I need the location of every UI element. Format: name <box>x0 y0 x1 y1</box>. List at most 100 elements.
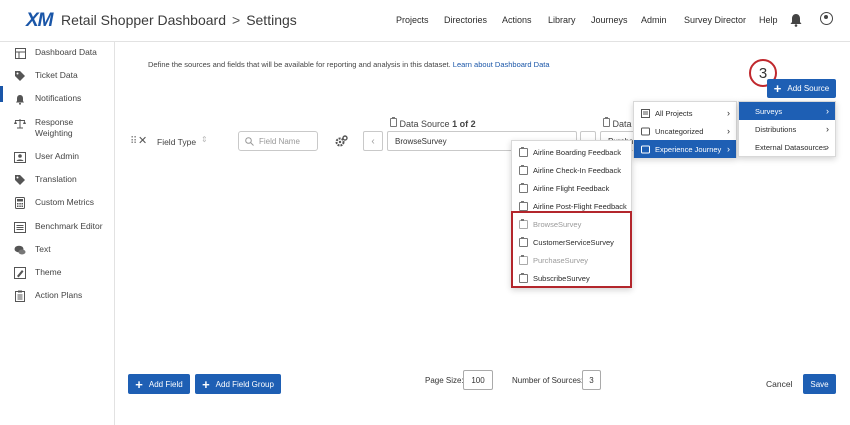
menu-item-external-datasources[interactable]: External Datasources › <box>739 138 835 156</box>
menu-item-label: External Datasources <box>755 142 827 152</box>
plus-icon: + <box>773 81 782 96</box>
sidebar-item-label: Text <box>35 244 51 254</box>
chevron-right-icon: › <box>826 106 829 116</box>
nav-library[interactable]: Library <box>548 15 576 25</box>
tag-icon <box>14 70 26 82</box>
learn-more-link[interactable]: Learn about Dashboard Data <box>453 60 550 69</box>
sidebar-item-action-plans[interactable]: Action Plans <box>14 290 82 302</box>
gear-icon[interactable] <box>335 135 348 147</box>
menu-item-label: Experience Journey <box>655 144 722 154</box>
list-icon <box>641 108 650 118</box>
sidebar-item-label: Notifications <box>35 93 82 103</box>
nav-admin[interactable]: Admin <box>641 15 667 25</box>
sidebar-item-label: Custom Metrics <box>35 197 95 207</box>
description-text: Define the sources and fields that will … <box>148 60 451 69</box>
nav-survey-director[interactable]: Survey Director <box>684 15 746 25</box>
survey-clipboard-icon <box>603 117 610 127</box>
survey-icon <box>519 164 528 175</box>
cancel-button[interactable]: Cancel <box>766 379 792 389</box>
sidebar-item-user-admin[interactable]: User Admin <box>14 151 79 163</box>
nav-projects[interactable]: Projects <box>396 15 429 25</box>
field-name-input[interactable]: Field Name <box>238 131 318 151</box>
survey-item[interactable]: Airline Flight Feedback <box>512 179 631 197</box>
nav-journeys[interactable]: Journeys <box>591 15 628 25</box>
previous-source-button[interactable]: ‹ <box>363 131 383 151</box>
menu-item-uncategorized[interactable]: Uncategorized › <box>634 122 736 140</box>
survey-item-label: Airline Post-Flight Feedback <box>533 201 627 211</box>
active-indicator <box>0 86 3 102</box>
sidebar-item-label: Theme <box>35 267 62 277</box>
save-button[interactable]: Save <box>803 374 836 394</box>
user-account-icon[interactable] <box>820 12 833 25</box>
survey-item-label: Airline Check-In Feedback <box>533 165 621 175</box>
menu-item-distributions[interactable]: Distributions › <box>739 120 835 138</box>
folder-icon <box>641 145 650 153</box>
table-icon <box>14 47 26 59</box>
chevron-right-icon: › <box>727 126 730 136</box>
sidebar-item-label: Response Weighting <box>35 117 74 139</box>
add-field-group-button[interactable]: + Add Field Group <box>195 374 281 394</box>
field-type-label[interactable]: Field Type <box>157 137 196 147</box>
sidebar-item-ticket-data[interactable]: Ticket Data <box>14 70 78 82</box>
sidebar-item-theme[interactable]: Theme <box>14 267 61 279</box>
list-icon <box>14 221 26 233</box>
folder-menu: All Projects › Uncategorized › Experience … <box>633 101 737 158</box>
drag-handle-icon[interactable]: ⠿ <box>130 136 137 147</box>
survey-item[interactable]: Airline Boarding Feedback <box>512 143 631 161</box>
menu-item-label: All Projects <box>655 108 693 118</box>
sidebar-item-text[interactable]: Text <box>14 244 51 256</box>
menu-item-label: Distributions <box>755 124 797 134</box>
folder-icon <box>641 127 650 135</box>
survey-item[interactable]: Airline Check-In Feedback <box>512 161 631 179</box>
sort-icon[interactable]: ⇕ <box>201 135 208 144</box>
data-source-prefix: Data Source <box>399 119 450 129</box>
sidebar-item-dashboard-data[interactable]: Dashboard Data <box>14 47 97 59</box>
breadcrumb-current: Settings <box>246 12 297 28</box>
sidebar-item-response-weighting[interactable]: Response Weighting <box>14 117 104 140</box>
survey-item-label: Airline Flight Feedback <box>533 183 610 193</box>
breadcrumb-project[interactable]: Retail Shopper Dashboard <box>61 12 226 28</box>
add-field-label: Add Field <box>148 379 183 389</box>
bell-icon <box>14 93 26 105</box>
number-of-sources-input[interactable]: 3 <box>582 370 601 390</box>
tag-icon <box>14 174 26 186</box>
sidebar-item-translation[interactable]: Translation <box>14 174 77 186</box>
add-field-button[interactable]: + Add Field <box>128 374 190 394</box>
sidebar-item-label: Benchmark Editor <box>35 221 103 231</box>
calculator-icon <box>14 197 26 209</box>
chevron-right-icon: › <box>727 108 730 118</box>
survey-icon <box>519 146 528 157</box>
nav-directories[interactable]: Directories <box>444 15 487 25</box>
page-size-input[interactable]: 100 <box>463 370 493 390</box>
add-field-group-label: Add Field Group <box>215 379 274 389</box>
nav-help[interactable]: Help <box>759 15 778 25</box>
add-source-label: Add Source <box>787 84 830 93</box>
search-icon <box>245 137 254 146</box>
add-source-button[interactable]: + Add Source <box>767 79 836 98</box>
plus-icon: + <box>202 376 210 392</box>
page-description: Define the sources and fields that will … <box>148 60 550 69</box>
survey-icon <box>519 182 528 193</box>
data-source-header: Data Source 1 of 2 <box>390 117 476 129</box>
top-bar: XM Retail Shopper Dashboard > Settings Pro… <box>0 0 850 42</box>
notifications-bell-icon[interactable] <box>790 13 802 27</box>
xm-logo[interactable]: XM <box>26 10 53 32</box>
number-of-sources-label: Number of Sources: <box>512 376 584 385</box>
sidebar-item-custom-metrics[interactable]: Custom Metrics <box>14 197 94 209</box>
menu-item-experience-journey[interactable]: Experience Journey › <box>634 140 736 158</box>
data-source-2-prefix: Data <box>612 119 632 129</box>
plus-icon: + <box>135 376 143 392</box>
menu-item-surveys[interactable]: Surveys › <box>739 102 835 120</box>
sidebar-item-label: Action Plans <box>35 290 83 300</box>
nav-actions[interactable]: Actions <box>502 15 532 25</box>
sidebar-item-label: Translation <box>35 174 77 184</box>
menu-item-label: Uncategorized <box>655 126 704 136</box>
breadcrumb: Retail Shopper Dashboard > Settings <box>61 12 297 28</box>
remove-field-icon[interactable]: ✕ <box>138 134 147 147</box>
breadcrumb-separator: > <box>232 12 241 28</box>
settings-sidebar: Dashboard Data Ticket Data Notifications… <box>0 42 115 425</box>
menu-item-all-projects[interactable]: All Projects › <box>634 104 736 122</box>
sidebar-item-notifications[interactable]: Notifications <box>14 93 81 105</box>
menu-item-label: Surveys <box>755 106 783 116</box>
sidebar-item-benchmark-editor[interactable]: Benchmark Editor <box>14 221 103 233</box>
